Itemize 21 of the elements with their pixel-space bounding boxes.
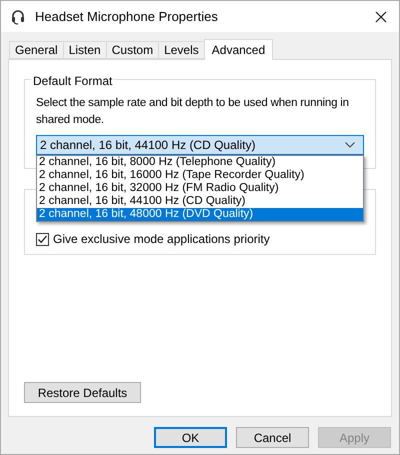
checkbox-label[interactable]: Give exclusive mode applications priority bbox=[53, 230, 270, 248]
dropdown-option[interactable]: 2 channel, 16 bit, 48000 Hz (DVD Quality) bbox=[37, 208, 363, 221]
restore-defaults-button[interactable]: Restore Defaults bbox=[24, 382, 141, 403]
chevron-icon bbox=[345, 142, 355, 148]
tab[interactable]: General bbox=[9, 41, 63, 59]
headset-icon bbox=[11, 8, 25, 24]
dropdown-option[interactable]: 2 channel, 16 bit, 8000 Hz (Telephone Quality) bbox=[37, 156, 363, 169]
dialog-button[interactable]: Cancel bbox=[236, 427, 309, 448]
dropdown-option[interactable]: 2 channel, 16 bit, 32000 Hz (FM Radio Quality) bbox=[37, 182, 363, 195]
dropdown-option[interactable]: 2 channel, 16 bit, 44100 Hz (CD Quality) bbox=[37, 195, 363, 208]
tab[interactable]: Custom bbox=[106, 41, 158, 59]
description-text: Select the sample rate and bit depth to be used when running in shared mode. bbox=[36, 96, 350, 128]
dialog-button[interactable]: OK bbox=[154, 427, 227, 448]
tab[interactable]: Listen bbox=[62, 41, 106, 59]
window-title: Headset Microphone Properties bbox=[35, 8, 218, 26]
close-icon[interactable] bbox=[375, 10, 387, 22]
tab[interactable]: Advanced bbox=[204, 39, 274, 60]
format-dropdown[interactable]: 2 channel, 16 bit, 44100 Hz (CD Quality) bbox=[36, 135, 364, 155]
tab[interactable]: Levels bbox=[158, 41, 204, 59]
checkbox[interactable] bbox=[36, 232, 49, 246]
dropdown-option[interactable]: 2 channel, 16 bit, 16000 Hz (Tape Recorder Quality) bbox=[37, 169, 363, 182]
